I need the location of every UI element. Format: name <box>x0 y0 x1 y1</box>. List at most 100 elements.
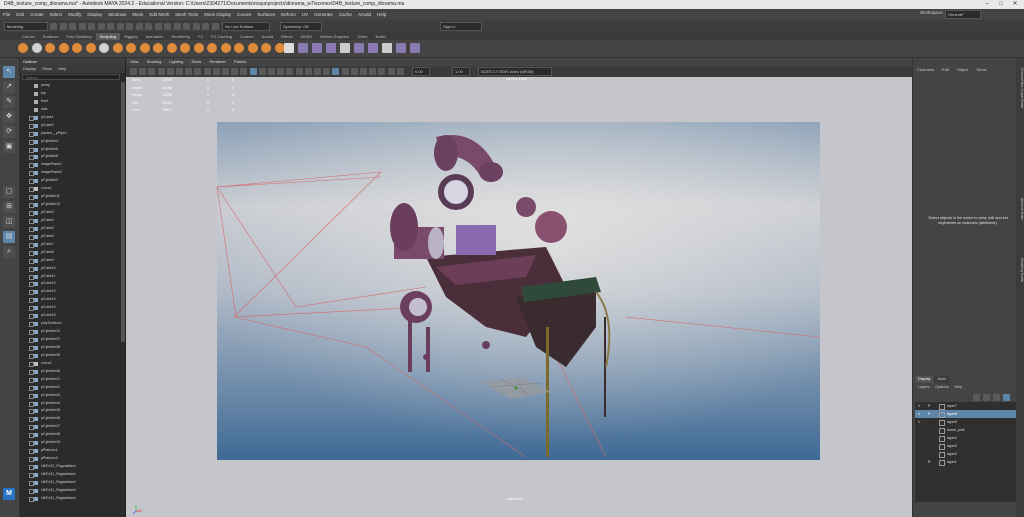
outliner-item[interactable]: pCylinder6 <box>20 146 120 154</box>
ipr-render-icon[interactable] <box>192 23 200 30</box>
viewport-tool-icon[interactable] <box>240 68 248 75</box>
near-clip-field[interactable]: 0.00 <box>412 67 430 76</box>
sculpt-brush-icon[interactable] <box>180 43 190 53</box>
viewport-tool-icon[interactable] <box>249 68 257 75</box>
shelf-tab-sculpting[interactable]: Sculpting <box>95 33 121 40</box>
outliner-item[interactable]: pCylinder9 <box>20 177 120 185</box>
outliner-menu-show[interactable]: Show <box>39 65 55 73</box>
outliner-item[interactable]: top <box>20 90 120 98</box>
sculpt-brush-icon[interactable] <box>193 43 204 53</box>
sculpt-brush-icon[interactable] <box>126 43 136 53</box>
shelf-tab-fx[interactable]: FX <box>194 33 207 40</box>
outliner-item[interactable]: pCylinder48 <box>20 431 120 439</box>
magnifier-icon[interactable]: ⌕ <box>3 246 15 258</box>
viewport-tool-icon[interactable] <box>369 68 377 75</box>
layer-row[interactable]: dome_pink <box>915 426 1017 434</box>
menu-item-create[interactable]: Create <box>27 12 47 17</box>
far-clip-field[interactable]: 1.00 <box>452 67 470 76</box>
layer-menu-layers[interactable]: Layers <box>915 384 932 391</box>
channel-box-menu-object[interactable]: Object <box>953 66 973 74</box>
menu-item-display[interactable]: Display <box>84 12 105 17</box>
viewport-tool-icon[interactable] <box>323 68 331 75</box>
paint-select-icon[interactable]: ✎ <box>3 96 15 108</box>
dock-tab-1[interactable]: Attribute Editor <box>1016 198 1024 220</box>
outliner-item[interactable]: pCube16 <box>20 312 120 320</box>
outliner-item[interactable]: imagePlane2 <box>20 169 120 177</box>
minimize-icon[interactable]: – <box>980 0 994 9</box>
outliner-item[interactable]: pCylinder24 <box>20 328 120 336</box>
outliner-item[interactable]: pCube15 <box>20 304 120 312</box>
menu-item-mesh[interactable]: Mesh <box>129 12 146 17</box>
viewport-tool-icon[interactable] <box>360 68 367 75</box>
viewport-tool-icon[interactable] <box>396 68 404 75</box>
layer-row[interactable]: V Player6 <box>915 410 1017 418</box>
viewport-tool-icon[interactable] <box>166 68 174 75</box>
outliner-item[interactable]: pCylinder11 <box>20 193 120 201</box>
viewport-tool-icon[interactable] <box>185 68 193 75</box>
menu-item-surfaces[interactable]: Surfaces <box>254 12 278 17</box>
outliner-item[interactable]: NEDJ11_Pagvaldian2 <box>20 479 120 487</box>
sculpt-brush-icon[interactable] <box>207 43 217 53</box>
new-empty-layer-icon[interactable] <box>993 394 1000 401</box>
viewport-tool-icon[interactable] <box>314 68 321 75</box>
outliner-item[interactable]: pCylinder8 <box>20 153 120 161</box>
outliner-item[interactable]: pCube3 <box>20 209 120 217</box>
select-object-icon[interactable] <box>107 23 114 30</box>
channel-box-menu-channels[interactable]: Channels <box>913 66 938 74</box>
outliner-item[interactable]: pCube6 <box>20 233 120 241</box>
outliner-item[interactable]: pCylinder45 <box>20 407 120 415</box>
visibility-toggle[interactable]: V <box>918 402 920 410</box>
visibility-toggle[interactable]: V <box>918 418 920 426</box>
layer-row[interactable]: Vlayer5 <box>915 418 1017 426</box>
sculpt-brush-icon[interactable] <box>261 43 271 53</box>
scale-tool-icon[interactable]: ▣ <box>3 141 15 153</box>
mode-dropdown[interactable]: Modeling <box>4 22 48 31</box>
new-layer-selected-icon[interactable] <box>1003 394 1010 401</box>
open-scene-icon[interactable] <box>59 23 67 30</box>
viewport-tool-icon[interactable] <box>157 68 165 75</box>
sculpt-utility-icon[interactable] <box>326 43 336 53</box>
symmetry-dropdown[interactable]: Symmetry: Off <box>280 22 322 31</box>
sculpt-utility-icon[interactable] <box>354 43 364 53</box>
undo-icon[interactable] <box>78 23 86 30</box>
hypershade-icon[interactable] <box>211 23 219 30</box>
sculpt-brush-icon[interactable] <box>220 43 231 53</box>
outliner-item[interactable]: pCylinder4 <box>20 138 120 146</box>
layer-color-swatch[interactable] <box>939 460 945 466</box>
viewport-tool-icon[interactable] <box>350 68 358 75</box>
layer-row[interactable]: layer2 <box>915 450 1017 458</box>
snap-point-icon[interactable] <box>145 23 152 30</box>
select-hierarchy-icon[interactable] <box>97 23 105 30</box>
workspace-dropdown[interactable]: General* <box>945 10 981 19</box>
four-view-layout-icon[interactable]: ⊞ <box>3 201 15 213</box>
menu-item-mesh-display[interactable]: Mesh Display <box>201 12 234 17</box>
playback-toggle[interactable]: R <box>928 458 931 466</box>
shelf-tab-poly-modeling[interactable]: Poly Modeling <box>62 33 95 40</box>
viewport-menu-panels[interactable]: Panels <box>230 58 250 66</box>
menu-item-windows[interactable]: Windows <box>105 12 129 17</box>
outliner-item[interactable]: pCylinder46 <box>20 415 120 423</box>
outliner-item[interactable]: pCube14 <box>20 296 120 304</box>
viewport-tool-icon[interactable] <box>268 68 275 75</box>
sculpt-brush-icon[interactable] <box>45 43 55 53</box>
outliner-item[interactable]: pCylinder42 <box>20 384 120 392</box>
outliner-item[interactable]: pCylinder47 <box>20 423 120 431</box>
outliner-item[interactable]: pCylinder39 <box>20 352 120 360</box>
maximize-icon[interactable]: □ <box>994 0 1008 9</box>
outliner-item[interactable]: pCube5 <box>20 225 120 233</box>
outliner-item[interactable]: pPlatonic1 <box>20 447 120 455</box>
sculpt-brush-icon[interactable] <box>166 43 177 53</box>
outliner-item[interactable]: pCube11 <box>20 273 120 281</box>
sculpt-utility-icon[interactable] <box>340 43 350 53</box>
menu-item-arnold[interactable]: Arnold <box>355 12 374 17</box>
menu-item-help[interactable]: Help <box>374 12 389 17</box>
shelf-tab-bifrost[interactable]: Bifrost <box>277 33 296 40</box>
snap-view-icon[interactable] <box>154 23 162 30</box>
sculpt-brush-icon[interactable] <box>153 43 163 53</box>
viewport-tool-icon[interactable] <box>148 68 156 75</box>
sculpt-brush-icon[interactable] <box>85 43 96 53</box>
outliner-item[interactable]: pCylinder43 <box>20 392 120 400</box>
menu-item-cache[interactable]: Cache <box>336 12 355 17</box>
outliner-item[interactable]: side <box>20 106 120 114</box>
render-icon[interactable] <box>183 23 190 30</box>
